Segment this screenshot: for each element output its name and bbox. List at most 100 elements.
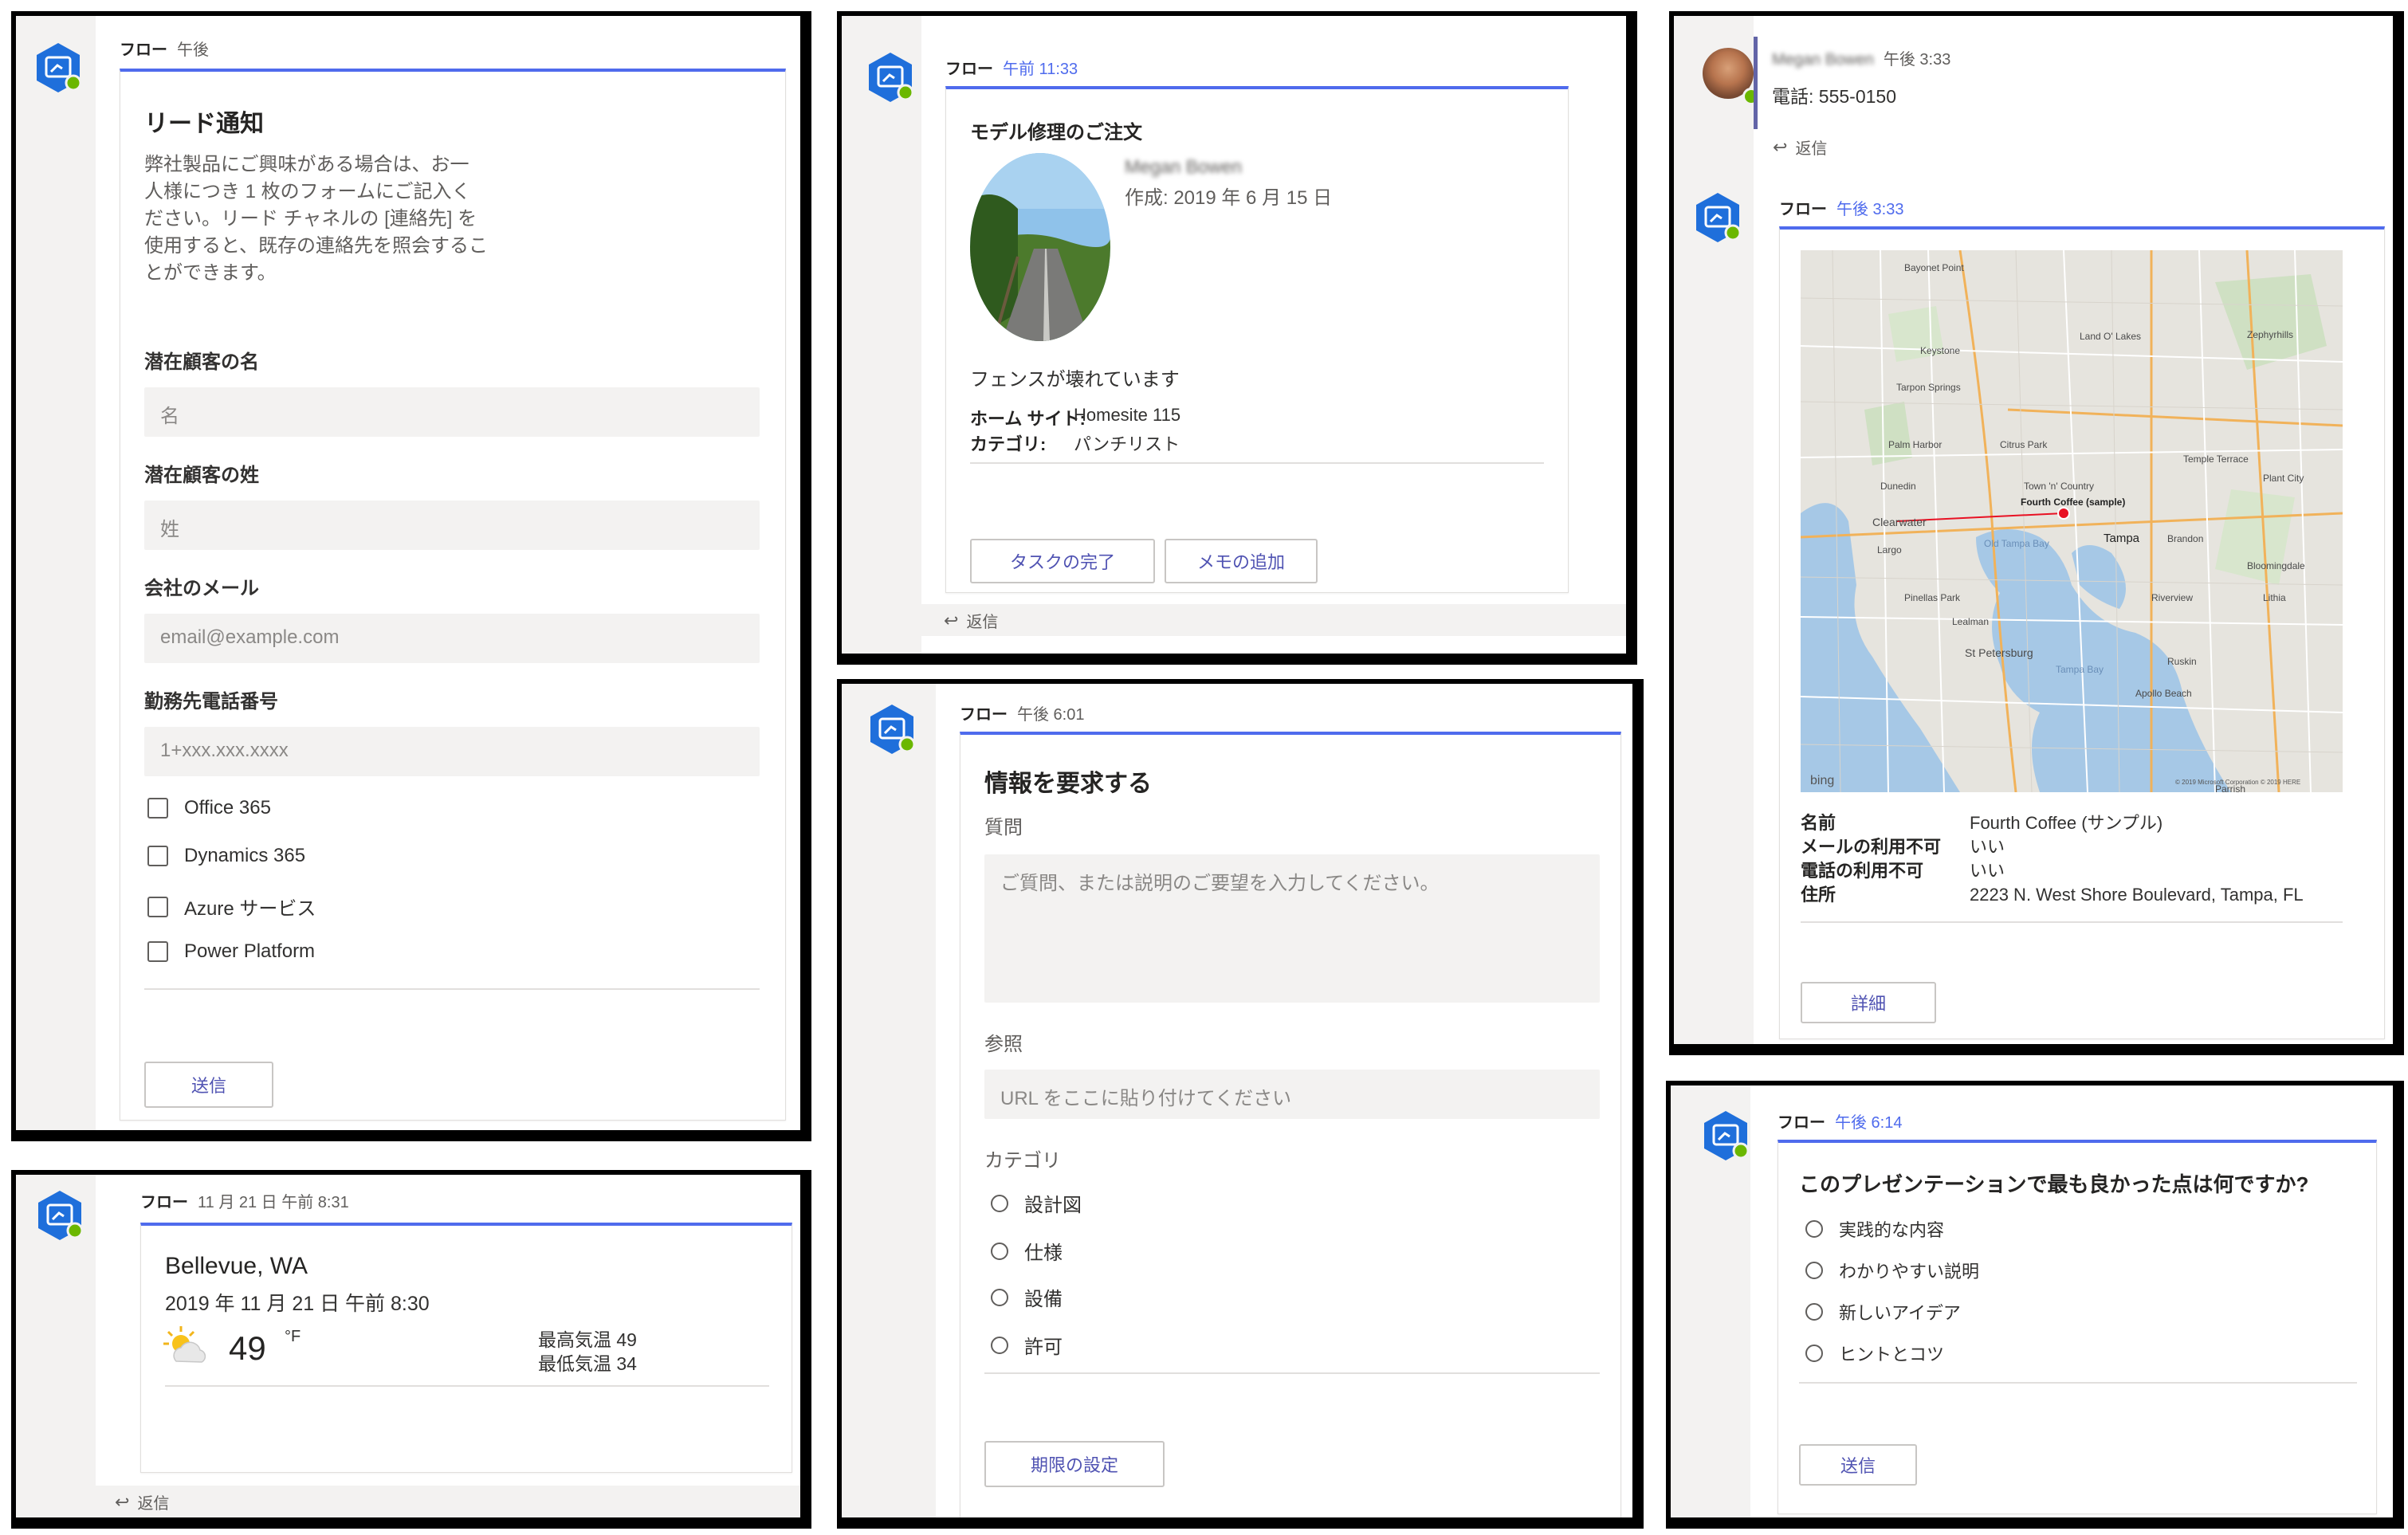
fact-value-name: Fourth Coffee (サンプル) [1970,813,2163,833]
fact-key-name: 名前 [1801,813,1836,833]
checkbox-azure[interactable]: Azure サービス [147,893,316,921]
svg-text:Dunedin: Dunedin [1880,481,1916,492]
weather-datetime: 2019 年 11 月 21 日 午前 8:30 [165,1293,430,1315]
message-header: フロー 午後 [120,37,209,60]
message-time: 午前 11:33 [1003,61,1078,78]
fact-value-category: パンチリスト [1074,434,1180,454]
svg-text:Fourth Coffee (sample): Fourth Coffee (sample) [2021,497,2125,508]
city-name: Bellevue, WA [165,1253,308,1279]
svg-text:Pinellas Park: Pinellas Park [1904,592,1961,603]
poll-question: このプレゼンテーションで最も良かった点は何ですか? [1799,1172,2309,1196]
category-label: カテゴリ [984,1150,1061,1172]
issue-description: フェンスが壊れています [970,369,1180,391]
svg-text:Lealman: Lealman [1952,616,1989,627]
reply-link[interactable]: ↩ 返信 [944,609,998,632]
flow-bot-icon [38,1191,84,1240]
radio-new-ideas[interactable]: 新しいアイデア [1805,1299,1961,1325]
repair-order-card: モデル修理のご注文 Megan Bowen 作成: 2019 年 6 月 15 … [945,86,1569,593]
email-input[interactable]: email@example.com [144,614,760,663]
complete-task-button[interactable]: タスクの完了 [970,539,1155,583]
fact-key-category: カテゴリ: [970,434,1047,454]
reference-url-input[interactable]: URL をここに貼り付けてください [984,1070,1600,1119]
message-header: フロー 午後 6:14 [1778,1109,1902,1133]
last-name-input[interactable]: 姓 [144,501,760,550]
user-message: Megan Bowen 午後 3:33 電話: 555-0150 [1754,37,2393,129]
message-time: 午後 6:14 [1835,1114,1903,1132]
divider [1801,921,2343,923]
divider [984,1372,1600,1374]
svg-text:Temple Terrace: Temple Terrace [2183,453,2249,465]
radio-clear-explanation[interactable]: わかりやすい説明 [1805,1258,1979,1283]
divider [1799,1382,2357,1384]
reply-link[interactable]: ↩ 返信 [1773,135,1827,159]
sender-name: フロー [140,1194,188,1211]
svg-text:Plant City: Plant City [2263,473,2304,484]
svg-text:Bayonet Point: Bayonet Point [1904,262,1964,273]
svg-text:Tampa Bay: Tampa Bay [2056,664,2104,675]
svg-text:Palm Harbor: Palm Harbor [1888,439,1942,450]
svg-text:Bloomingdale: Bloomingdale [2247,560,2305,571]
phone-input[interactable]: 1+xxx.xxx.xxxx [144,727,760,776]
card-title: 情報を要求する [984,771,1152,797]
svg-text:Old Tampa Bay: Old Tampa Bay [1984,538,2049,549]
checkbox-dynamics365[interactable]: Dynamics 365 [147,845,305,867]
divider [970,462,1544,464]
radio-blueprint[interactable]: 設計図 [991,1189,1082,1217]
requester-name: Megan Bowen [1125,156,1243,177]
sender-name: フロー [1779,201,1827,218]
reply-arrow-icon: ↩ [944,610,959,630]
message-header: フロー 午後 3:33 [1779,196,1903,219]
radio-spec[interactable]: 仕様 [991,1237,1063,1265]
submit-button[interactable]: 送信 [1799,1444,1917,1486]
flow-bot-icon [37,43,82,92]
sender-name: フロー [960,706,1008,724]
fact-value-email: いい [1970,837,2005,857]
submit-button[interactable]: 送信 [144,1062,273,1108]
reply-link[interactable]: ↩ 返信 [115,1490,169,1513]
svg-text:St Petersburg: St Petersburg [1965,646,2033,659]
checkbox-power-platform[interactable]: Power Platform [147,940,315,963]
set-due-date-button[interactable]: 期限の設定 [984,1441,1165,1487]
add-note-button[interactable]: メモの追加 [1165,539,1318,583]
radio-tips-tricks[interactable]: ヒントとコツ [1805,1341,1944,1366]
poll-panel: フロー 午後 6:14 このプレゼンテーションで最も良かった点は何ですか? 実践的… [1666,1081,2404,1529]
reference-label: 参照 [984,1034,1023,1055]
card-title: モデル修理のご注文 [970,122,1142,143]
poll-card: このプレゼンテーションで最も良かった点は何ですか? 実践的な内容 わかりやすい説… [1778,1140,2377,1514]
lead-notification-panel: フロー 午後 リード通知 弊社製品にご興味がある場合は、お一 人様につき 1 枚の… [11,11,811,1141]
svg-text:Zephyrhills: Zephyrhills [2247,329,2293,340]
card-description: 弊社製品にご興味がある場合は、お一 人様につき 1 枚のフォームにご記入く ださ… [144,154,489,284]
radio-equipment[interactable]: 設備 [991,1283,1063,1311]
reply-arrow-icon: ↩ [1773,136,1788,157]
divider [144,988,760,990]
first-name-label: 潜在顧客の名 [144,351,259,373]
svg-text:Land O' Lakes: Land O' Lakes [2080,331,2141,342]
message-time: 午後 [177,41,209,59]
message-header: フロー 11 月 21 日 午前 8:31 [140,1189,349,1212]
question-textarea[interactable]: ご質問、または説明のご要望を入力してください。 [984,854,1600,1003]
checkbox-office365[interactable]: Office 365 [147,797,271,819]
phone-label: 勤務先電話番号 [144,691,278,713]
flow-bot-icon [1704,1111,1750,1160]
map-image[interactable]: Land O' Lakes Zephyrhills Tarpon Springs… [1801,250,2343,792]
details-button[interactable]: 詳細 [1801,982,1936,1023]
svg-text:Riverview: Riverview [2151,592,2193,603]
request-info-panel: フロー 午後 6:01 情報を要求する 質問 ご質問、または説明のご要望を入力して… [837,679,1644,1529]
card-title: リード通知 [144,111,264,137]
bing-logo: bing [1810,774,1834,787]
location-card: Land O' Lakes Zephyrhills Tarpon Springs… [1779,226,2385,1039]
low-temperature: 最低気温 34 [538,1353,637,1374]
svg-text:Apollo Beach: Apollo Beach [2135,688,2192,699]
svg-text:Brandon: Brandon [2167,533,2203,544]
message-header: フロー 午前 11:33 [945,56,1078,79]
radio-permit[interactable]: 許可 [991,1331,1063,1359]
fact-value-homesite: Homesite 115 [1074,405,1181,425]
repair-order-panel: フロー 午前 11:33 モデル修理のご注文 Megan Bowen 作成: 20… [837,11,1637,665]
email-label: 会社のメール [144,578,259,599]
reply-arrow-icon: ↩ [115,1491,130,1512]
sender-name: フロー [1778,1114,1825,1132]
radio-practical-content[interactable]: 実践的な内容 [1805,1216,1944,1242]
first-name-input[interactable]: 名 [144,387,760,437]
fact-key-phone: 電話の利用不可 [1801,861,1924,881]
svg-text:Lithia: Lithia [2263,592,2286,603]
